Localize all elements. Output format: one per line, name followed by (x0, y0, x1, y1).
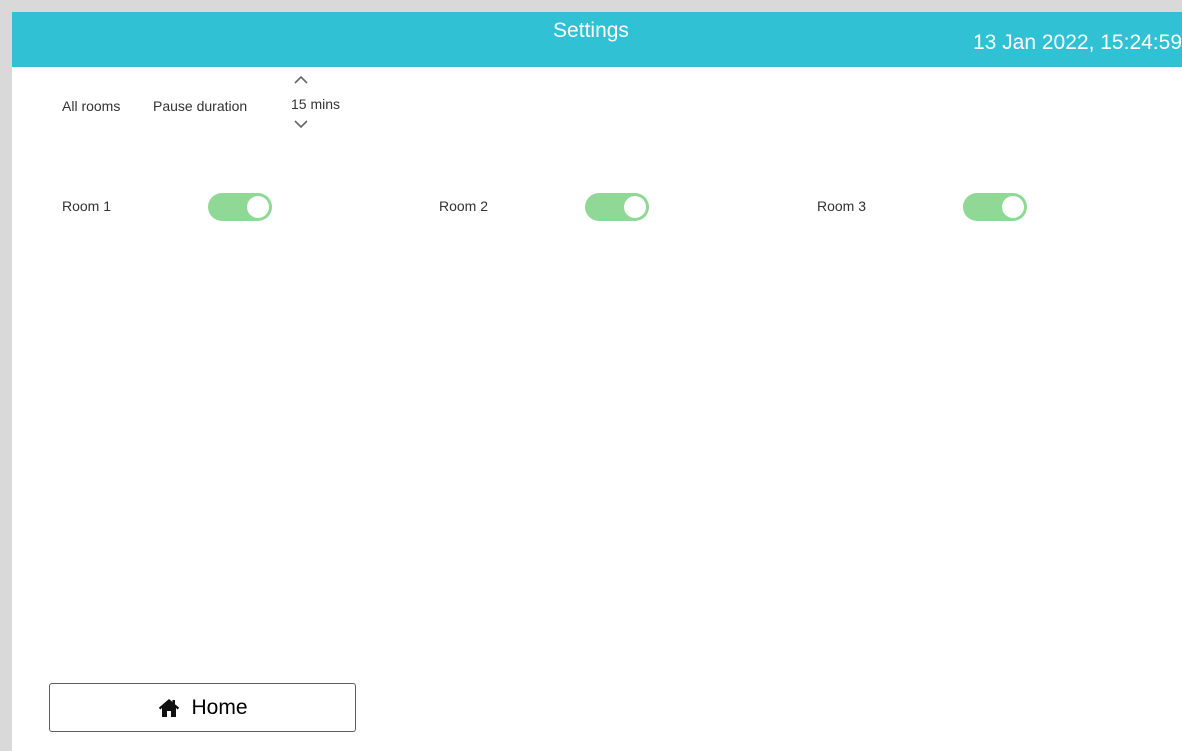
toggle-knob (624, 196, 646, 218)
room-label: Room 2 (439, 198, 489, 214)
room-2-toggle[interactable] (585, 193, 649, 221)
home-label: Home (191, 695, 248, 719)
pause-duration-value: 15 mins (291, 96, 341, 112)
room-label: Room 1 (62, 198, 112, 214)
chevron-down-icon[interactable] (291, 114, 311, 134)
all-rooms-label: All rooms (62, 98, 121, 114)
toggle-knob (1002, 196, 1024, 218)
settings-screen: 13 Jan 2022, 15:24:59 All rooms Pause du… (12, 12, 1182, 751)
room-1-toggle[interactable] (208, 193, 272, 221)
home-button[interactable]: Home (49, 683, 356, 732)
home-icon (159, 698, 180, 717)
chevron-up-icon[interactable] (291, 70, 311, 90)
page-title: Settings (553, 19, 629, 42)
pause-duration-stepper: 15 mins (291, 68, 351, 148)
room-3-toggle[interactable] (963, 193, 1027, 221)
pause-duration-label: Pause duration (153, 98, 248, 114)
toggle-knob (247, 196, 269, 218)
room-label: Room 3 (817, 198, 867, 214)
